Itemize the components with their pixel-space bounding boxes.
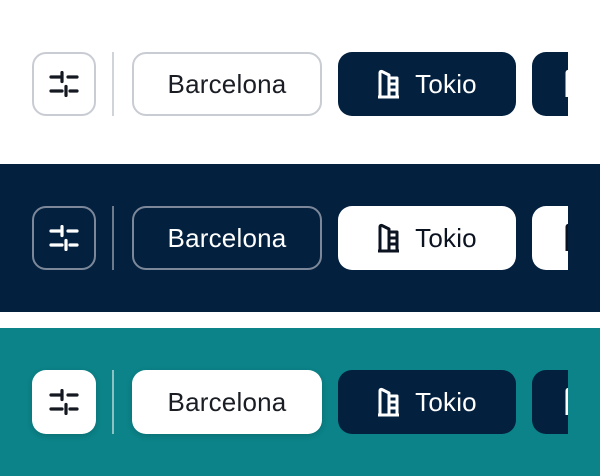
filter-button[interactable] [32,206,96,270]
sliders-icon [49,225,79,251]
building-icon [377,69,401,99]
chip-next[interactable] [532,206,568,270]
chip-next[interactable] [532,52,568,116]
chip-tokio[interactable]: Tokio [338,206,516,270]
chip-label: Tokio [415,386,477,417]
filter-button[interactable] [32,52,96,116]
chip-barcelona[interactable]: Barcelona [132,370,322,434]
chip-tokio[interactable]: Tokio [338,370,516,434]
sliders-icon [49,71,79,97]
chip-barcelona[interactable]: Barcelona [132,52,322,116]
building-icon [564,223,568,253]
chip-label: Tokio [415,222,477,253]
divider [112,52,114,116]
divider [112,370,114,434]
filter-button[interactable] [32,370,96,434]
theme-teal-row: Barcelona Tokio [0,328,600,476]
chip-label: Barcelona [167,68,287,99]
building-icon [377,387,401,417]
chip-next[interactable] [532,370,568,434]
chip-barcelona[interactable]: Barcelona [132,206,322,270]
building-icon [377,223,401,253]
sliders-icon [49,389,79,415]
building-icon [564,69,568,99]
theme-light-row: Barcelona Tokio [0,0,600,164]
building-icon [564,387,568,417]
divider [112,206,114,270]
chip-label: Barcelona [167,222,287,253]
theme-dark-row: Barcelona Tokio [0,164,600,312]
chip-tokio[interactable]: Tokio [338,52,516,116]
spacer [0,312,600,328]
chip-label: Tokio [415,68,477,99]
chip-label: Barcelona [167,386,287,417]
